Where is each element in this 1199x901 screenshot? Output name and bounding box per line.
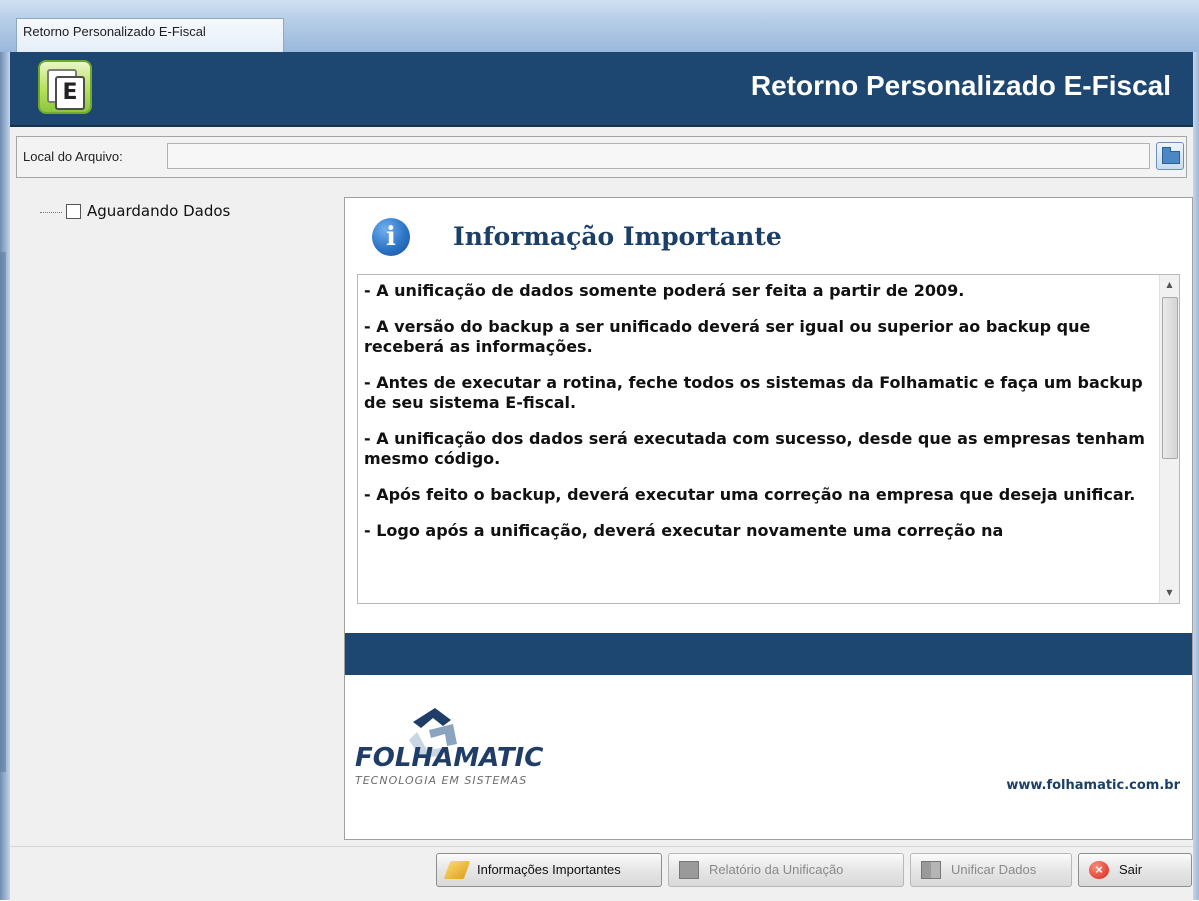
report-icon bbox=[679, 861, 699, 879]
message-line: - Antes de executar a rotina, feche todo… bbox=[364, 373, 1149, 412]
info-button-label: Informações Importantes bbox=[477, 862, 621, 877]
file-path-input[interactable] bbox=[167, 143, 1150, 169]
e-fiscal-logo-icon: E bbox=[38, 60, 92, 114]
report-button-label: Relatório da Unificação bbox=[709, 862, 844, 877]
browse-button[interactable] bbox=[1156, 142, 1184, 170]
unify-icon bbox=[921, 861, 941, 879]
message-line: - Após feito o backup, deverá executar u… bbox=[364, 485, 1136, 504]
exit-button-label: Sair bbox=[1119, 862, 1143, 877]
message-scrollbar[interactable]: ▲ ▼ bbox=[1159, 275, 1179, 603]
unify-button[interactable]: Unificar Dados bbox=[910, 853, 1072, 887]
file-path-row: Local do Arquivo: bbox=[16, 136, 1187, 178]
folder-icon bbox=[1162, 147, 1180, 164]
message-box[interactable]: - A unificação de dados somente poderá s… bbox=[357, 274, 1180, 604]
bottom-toolbar: Informações Importantes Relatório da Uni… bbox=[10, 846, 1193, 901]
message-line: - A unificação dos dados será executada … bbox=[364, 429, 1151, 468]
info-divider-band bbox=[345, 633, 1192, 675]
report-button[interactable]: Relatório da Unificação bbox=[668, 853, 904, 887]
info-title: Informação Importante bbox=[453, 222, 782, 251]
tree-item-label: Aguardando Dados bbox=[87, 202, 231, 220]
info-button[interactable]: Informações Importantes bbox=[436, 853, 662, 887]
scroll-down-arrow-icon[interactable]: ▼ bbox=[1160, 583, 1179, 603]
message-line: - A versão do backup a ser unificado dev… bbox=[364, 317, 1096, 356]
wand-icon bbox=[443, 861, 471, 879]
info-icon: i bbox=[372, 218, 410, 256]
window-frame-right bbox=[1193, 52, 1199, 900]
window-title: Retorno Personalizado E-Fiscal bbox=[16, 18, 284, 52]
exit-icon: × bbox=[1089, 861, 1109, 879]
scroll-up-arrow-icon[interactable]: ▲ bbox=[1160, 275, 1179, 295]
file-path-label: Local do Arquivo: bbox=[23, 149, 123, 164]
info-panel: i Informação Importante - A unificação d… bbox=[344, 197, 1193, 840]
unify-button-label: Unificar Dados bbox=[951, 862, 1037, 877]
message-content: - A unificação de dados somente poderá s… bbox=[364, 281, 1154, 557]
tree-panel: Aguardando Dados bbox=[16, 190, 338, 840]
window-titlebar: Retorno Personalizado E-Fiscal bbox=[0, 0, 1199, 52]
header-title: Retorno Personalizado E-Fiscal bbox=[750, 70, 1171, 101]
window-client: E Retorno Personalizado E-Fiscal Local d… bbox=[10, 52, 1193, 901]
brand-tagline: TECNOLOGIA EM SISTEMAS bbox=[355, 774, 528, 787]
exit-button[interactable]: × Sair bbox=[1078, 853, 1192, 887]
scroll-thumb[interactable] bbox=[1162, 297, 1178, 459]
website-link[interactable]: www.folhamatic.com.br bbox=[1006, 778, 1180, 793]
message-line: - A unificação de dados somente poderá s… bbox=[364, 281, 965, 300]
tree-connector bbox=[40, 212, 62, 213]
brand-name: FOLHAMATIC bbox=[355, 743, 544, 773]
message-line: - Logo após a unificação, deverá executa… bbox=[364, 521, 1004, 540]
tree-item-checkbox[interactable] bbox=[66, 204, 81, 219]
window-frame-left bbox=[0, 52, 10, 900]
header-banner: E Retorno Personalizado E-Fiscal bbox=[10, 52, 1193, 127]
